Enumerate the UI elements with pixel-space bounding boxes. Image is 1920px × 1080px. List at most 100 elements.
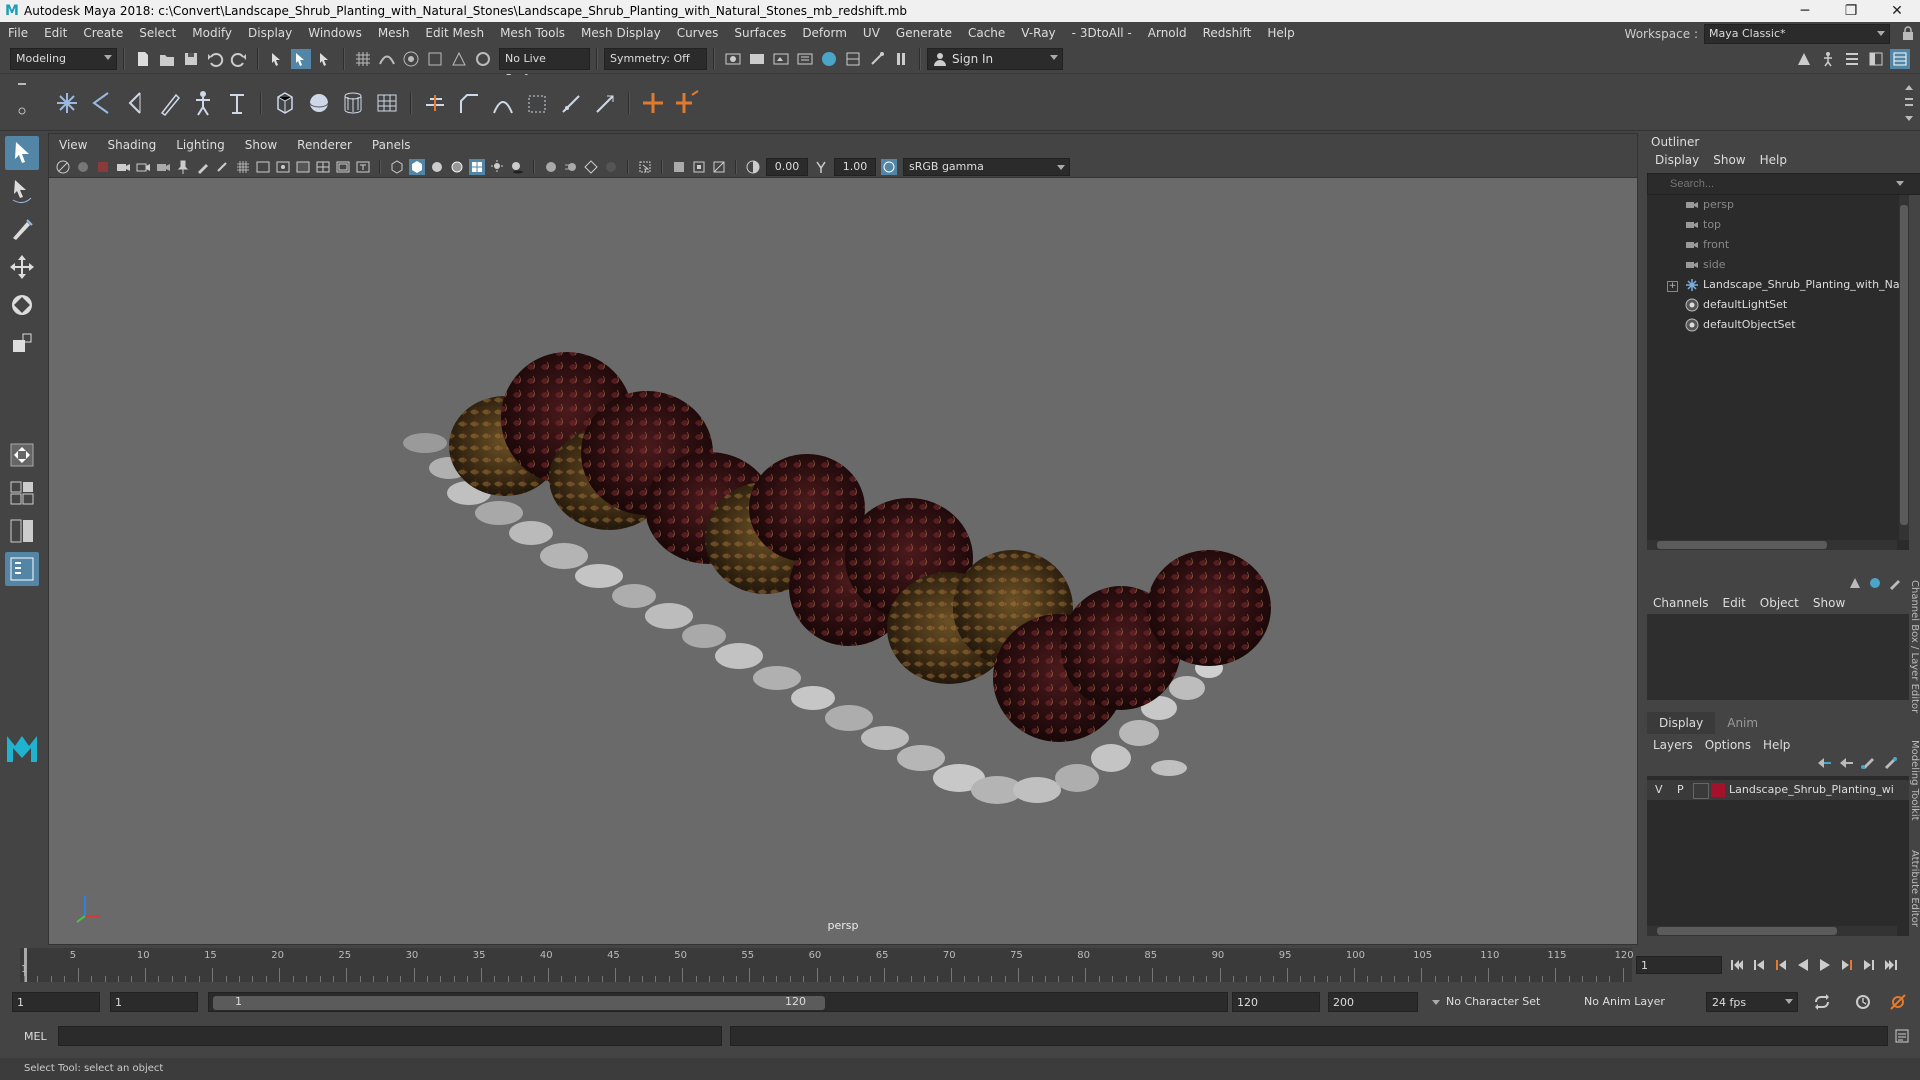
film-gate-icon[interactable] (255, 159, 271, 175)
channel-box-menu-show[interactable]: Show (1809, 594, 1855, 612)
extrude-icon[interactable] (420, 85, 450, 121)
tab-display[interactable]: Display (1647, 712, 1716, 734)
menu-windows[interactable]: Windows (300, 22, 370, 44)
layer-display-type-toggle[interactable] (1693, 783, 1709, 799)
pin-icon[interactable] (175, 159, 191, 175)
select-by-component-icon[interactable] (315, 49, 335, 69)
menu-modify[interactable]: Modify (184, 22, 240, 44)
render-view-icon[interactable] (723, 49, 743, 69)
playback-end-field[interactable]: 120 (1232, 992, 1320, 1012)
channel-box-toggle-icon[interactable] (1890, 49, 1910, 69)
safe-action-icon[interactable] (335, 159, 351, 175)
make-live-icon[interactable] (449, 49, 469, 69)
polygon-star-icon[interactable] (52, 85, 82, 121)
bridge-icon[interactable] (488, 85, 518, 121)
menu-deform[interactable]: Deform (794, 22, 855, 44)
exposure-icon[interactable] (745, 159, 761, 175)
menu-generate[interactable]: Generate (888, 22, 960, 44)
resolution-gate-icon[interactable] (275, 159, 291, 175)
poly-cylinder-icon[interactable] (338, 85, 368, 121)
menu-help[interactable]: Help (1259, 22, 1302, 44)
move-layer-down-icon[interactable] (1838, 756, 1854, 770)
layer-playback-toggle[interactable]: P (1677, 780, 1684, 800)
new-layer-selected-icon[interactable] (1882, 756, 1898, 770)
menu-mesh-tools[interactable]: Mesh Tools (492, 22, 573, 44)
move-layer-up-icon[interactable] (1816, 756, 1832, 770)
ik-handle-icon[interactable] (222, 85, 252, 121)
depth-of-field-icon[interactable] (603, 159, 619, 175)
skeleton-joint-icon[interactable] (188, 85, 218, 121)
channel-box-menu-edit[interactable]: Edit (1719, 594, 1756, 612)
workspace-dropdown[interactable]: Maya Classic* (1704, 24, 1890, 44)
render-setup-icon[interactable] (843, 49, 863, 69)
four-view-layout-icon[interactable] (5, 514, 39, 548)
screen-space-ambient-occlusion-icon[interactable] (543, 159, 559, 175)
move-tool[interactable] (5, 250, 39, 284)
save-scene-icon[interactable] (181, 49, 201, 69)
menu-3dtoall[interactable]: - 3DtoAll - (1064, 22, 1140, 44)
menu-select[interactable]: Select (131, 22, 184, 44)
play-backwards-icon[interactable] (1794, 956, 1812, 974)
poly-sphere-icon[interactable] (304, 85, 334, 121)
outliner-item-persp[interactable]: persp (1647, 195, 1909, 215)
multi-cut-icon[interactable] (556, 85, 586, 121)
open-scene-icon[interactable] (157, 49, 177, 69)
shelf-scroll[interactable] (1902, 80, 1916, 126)
shelf-options-icon[interactable] (16, 81, 28, 121)
menu-edit[interactable]: Edit (36, 22, 75, 44)
target-weld-icon[interactable] (590, 85, 620, 121)
menu-edit-mesh[interactable]: Edit Mesh (417, 22, 492, 44)
motion-blur-icon[interactable] (563, 159, 579, 175)
single-perspective-layout-icon[interactable] (5, 476, 39, 510)
select-tool[interactable] (5, 136, 39, 170)
layer-menu-help[interactable]: Help (1759, 736, 1798, 754)
channel-box-key-icon[interactable] (1868, 576, 1882, 590)
step-forward-frame-icon[interactable] (1838, 956, 1856, 974)
snap-to-curve-icon[interactable] (377, 49, 397, 69)
layer-horizontal-scrollbar[interactable] (1647, 926, 1897, 936)
use-all-lights-icon[interactable] (489, 159, 505, 175)
time-ruler[interactable]: 1 5 10 15 20 25 30 35 40 45 50 55 60 65 70 75 80 85 90 95 1… (20, 948, 1634, 982)
tab-modeling-toolkit[interactable]: Modeling Toolkit (1906, 740, 1920, 821)
multisample-anti-aliasing-icon[interactable] (583, 159, 599, 175)
modeling-toolkit-toggle-icon[interactable] (1794, 49, 1814, 69)
textured-icon[interactable] (469, 158, 485, 175)
outliner-item-landscape-group[interactable]: + Landscape_Shrub_Planting_with_Natura (1647, 275, 1909, 295)
go-to-end-icon[interactable] (1882, 956, 1900, 974)
panel-menu-renderer[interactable]: Renderer (287, 134, 362, 156)
camera-attributes-icon[interactable] (75, 159, 91, 175)
scrollbar-thumb[interactable] (1657, 927, 1837, 935)
sign-in-dropdown[interactable]: Sign In (927, 47, 1063, 70)
current-frame-field[interactable]: 1 (1636, 956, 1722, 974)
menu-arnold[interactable]: Arnold (1140, 22, 1195, 44)
outliner-vertical-scrollbar[interactable] (1899, 195, 1909, 540)
panel-menu-lighting[interactable]: Lighting (166, 134, 235, 156)
shelf-tab-toggle[interactable] (0, 75, 44, 131)
grid-camera-icon[interactable] (135, 159, 151, 175)
menu-cache[interactable]: Cache (960, 22, 1013, 44)
viewport-panel[interactable]: View Shading Lighting Show Renderer Pane… (48, 133, 1638, 945)
select-by-object-icon[interactable] (291, 48, 311, 69)
redo-icon[interactable] (229, 49, 249, 69)
layer-visibility-toggle[interactable]: V (1655, 780, 1663, 800)
safe-title-icon[interactable] (355, 159, 371, 175)
pause-viewport-icon[interactable] (891, 49, 911, 69)
menu-mesh-display[interactable]: Mesh Display (573, 22, 669, 44)
menu-surfaces[interactable]: Surfaces (726, 22, 794, 44)
outliner-persp-layout-icon[interactable] (5, 552, 39, 586)
scene-render[interactable] (49, 178, 1637, 944)
step-forward-key-icon[interactable] (1860, 956, 1878, 974)
tab-channel-box-layer-editor[interactable]: Channel Box / Layer Editor (1906, 580, 1920, 713)
gamma-field[interactable]: 1.00 (834, 157, 876, 176)
command-input[interactable] (58, 1026, 722, 1046)
outliner-menu-display[interactable]: Display (1649, 151, 1707, 169)
wireframe-shading-icon[interactable] (389, 159, 405, 175)
wireframe-on-shaded-icon[interactable] (449, 159, 465, 175)
snap-rotate-icon[interactable] (473, 49, 493, 69)
menu-mesh[interactable]: Mesh (370, 22, 418, 44)
outliner-menu-show[interactable]: Show (1707, 151, 1753, 169)
tab-attribute-editor[interactable]: Attribute Editor (1906, 850, 1920, 927)
character-controls-toggle-icon[interactable] (1818, 49, 1838, 69)
animation-start-field[interactable]: 1 (12, 992, 100, 1012)
last-tool-used[interactable] (5, 438, 39, 472)
